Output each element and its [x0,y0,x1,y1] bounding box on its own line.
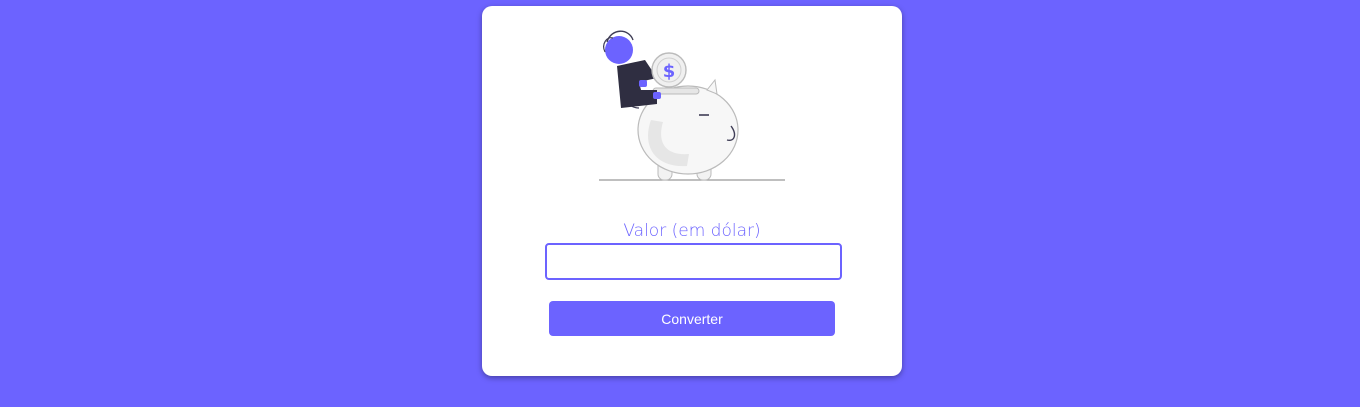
person-head [605,36,633,64]
dollar-coin-icon: $ [651,52,687,88]
amount-label: Valor (em dólar) [623,221,761,241]
person-body [617,60,657,108]
piggy-bank-illustration: $ [599,30,785,181]
amount-input[interactable] [545,243,842,280]
svg-text:$: $ [663,61,676,82]
converter-card: $ Valor (em dólar) Converter [482,6,902,376]
convert-button[interactable]: Converter [549,301,835,336]
person-hand-bottom [653,92,661,99]
person-hand-mid [639,80,647,87]
